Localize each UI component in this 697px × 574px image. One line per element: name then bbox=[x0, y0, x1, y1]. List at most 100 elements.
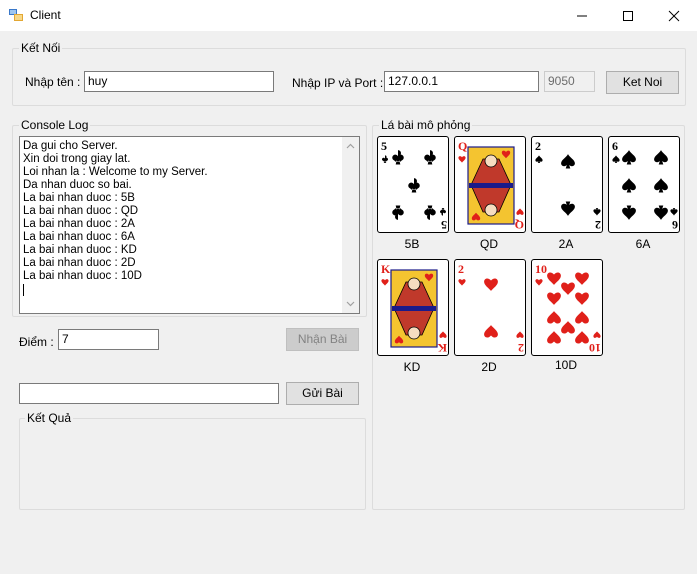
console-line: La bai nhan duoc : QD bbox=[23, 205, 139, 217]
title-bar: Client bbox=[0, 0, 697, 31]
club-icon bbox=[408, 178, 420, 193]
ip-input[interactable]: 127.0.0.1 bbox=[384, 71, 539, 92]
connect-button[interactable]: Ket Noi bbox=[606, 71, 679, 94]
heart-icon bbox=[484, 278, 498, 291]
card-label: QD bbox=[480, 237, 498, 251]
heart-icon bbox=[575, 311, 589, 324]
score-input[interactable]: 7 bbox=[58, 329, 159, 350]
spade-icon bbox=[622, 205, 636, 220]
heart-icon bbox=[458, 279, 466, 286]
heart-icon bbox=[516, 331, 524, 338]
card-rank-bottom: Q bbox=[515, 218, 524, 232]
card-rank-top: K bbox=[381, 262, 391, 276]
card-rank-bottom: 5 bbox=[441, 218, 447, 232]
close-icon bbox=[668, 10, 680, 22]
console-line: Xin doi trong giay lat. bbox=[23, 153, 131, 165]
club-icon bbox=[424, 205, 436, 220]
card-face: 55 bbox=[381, 139, 447, 232]
spade-icon bbox=[593, 208, 601, 216]
console-line: La bai nhan duoc : 2D bbox=[23, 257, 136, 269]
heart-icon bbox=[547, 272, 561, 285]
heart-icon bbox=[439, 331, 447, 338]
console-group-title: Console Log bbox=[19, 118, 91, 132]
heart-icon bbox=[381, 279, 389, 286]
score-label: Điểm : bbox=[19, 335, 54, 349]
console-line: Da nhan duoc so bai. bbox=[23, 179, 132, 191]
heart-icon bbox=[575, 331, 589, 344]
console-line: La bai nhan duoc : 2A bbox=[23, 218, 135, 230]
card-rank-bottom: 6 bbox=[672, 218, 678, 232]
app-icon bbox=[9, 9, 23, 21]
spade-icon bbox=[535, 155, 543, 163]
card-label: 2D bbox=[481, 360, 497, 374]
card-rank-top: 6 bbox=[612, 139, 618, 153]
heart-icon bbox=[575, 292, 589, 305]
ip-label: Nhập IP và Port : bbox=[292, 76, 384, 90]
card-rank-bottom: 2 bbox=[518, 341, 524, 355]
club-icon bbox=[382, 155, 388, 163]
spade-icon bbox=[622, 178, 636, 193]
console-line: La bai nhan duoc : 6A bbox=[23, 231, 135, 243]
heart-icon bbox=[516, 208, 524, 215]
card-label: 6A bbox=[635, 237, 651, 251]
court-head bbox=[407, 277, 421, 291]
result-group: Kết Quả bbox=[19, 411, 366, 510]
console-log-textarea[interactable]: Da gui cho Server. Xin doi trong giay lat… bbox=[19, 136, 360, 314]
card-2D: 22 bbox=[454, 259, 526, 356]
court-head bbox=[407, 326, 421, 340]
card-label: 10D bbox=[554, 358, 577, 372]
close-button[interactable] bbox=[651, 0, 697, 31]
heart-icon bbox=[561, 321, 575, 334]
send-cards-button[interactable]: Gửi Bài bbox=[286, 382, 359, 405]
receive-cards-button: Nhận Bài bbox=[286, 328, 359, 351]
card-KD: KK bbox=[377, 259, 449, 356]
scroll-down-icon[interactable] bbox=[346, 299, 355, 308]
card-face: 10 10 bbox=[535, 262, 601, 355]
console-line: La bai nhan duoc : 5B bbox=[23, 192, 135, 204]
console-line: La bai nhan duoc : KD bbox=[23, 244, 137, 256]
heart-icon bbox=[547, 292, 561, 305]
court-band bbox=[392, 306, 436, 311]
spade-icon bbox=[612, 155, 620, 163]
spade-icon bbox=[622, 150, 636, 165]
card-rank-bottom: K bbox=[437, 341, 447, 355]
name-input[interactable]: huy bbox=[84, 71, 274, 92]
card-rank-top: 5 bbox=[381, 139, 387, 153]
console-scrollbar[interactable] bbox=[342, 137, 359, 313]
card-10D: 10 10 bbox=[531, 259, 603, 356]
card-face: 22 bbox=[535, 139, 601, 232]
court-head bbox=[484, 203, 498, 217]
card-label: 2A bbox=[558, 237, 574, 251]
card-QD: QQ bbox=[454, 136, 526, 233]
card-rank-top: 2 bbox=[458, 262, 464, 276]
heart-icon bbox=[561, 282, 575, 295]
card-label: 5B bbox=[404, 237, 420, 251]
court-band bbox=[469, 183, 513, 188]
card-2A: 22 bbox=[531, 136, 603, 233]
port-input: 9050 bbox=[544, 71, 595, 92]
card-6A: 66 bbox=[608, 136, 680, 233]
maximize-button[interactable] bbox=[605, 0, 651, 31]
spade-icon bbox=[654, 205, 668, 220]
card-face: 66 bbox=[612, 139, 678, 232]
card-rank-bottom: 2 bbox=[595, 218, 601, 232]
spade-icon bbox=[561, 201, 575, 216]
maximize-icon bbox=[623, 11, 633, 21]
spade-icon bbox=[654, 178, 668, 193]
club-icon bbox=[424, 150, 436, 165]
heart-icon bbox=[575, 272, 589, 285]
card-5B: 55 bbox=[377, 136, 449, 233]
club-icon bbox=[392, 205, 404, 220]
console-line: La bai nhan duoc : 10D bbox=[23, 270, 142, 282]
card-rank-top: 10 bbox=[535, 262, 547, 276]
card-label: KD bbox=[403, 360, 421, 374]
minimize-button[interactable] bbox=[559, 0, 605, 31]
connection-group-title: Kết Nối bbox=[19, 41, 63, 55]
scroll-up-icon[interactable] bbox=[346, 142, 355, 151]
send-input[interactable] bbox=[19, 383, 279, 404]
window-title: Client bbox=[30, 8, 61, 22]
heart-icon bbox=[458, 156, 466, 163]
card-face: QQ bbox=[458, 139, 524, 232]
heart-icon bbox=[547, 331, 561, 344]
court-head bbox=[484, 154, 498, 168]
